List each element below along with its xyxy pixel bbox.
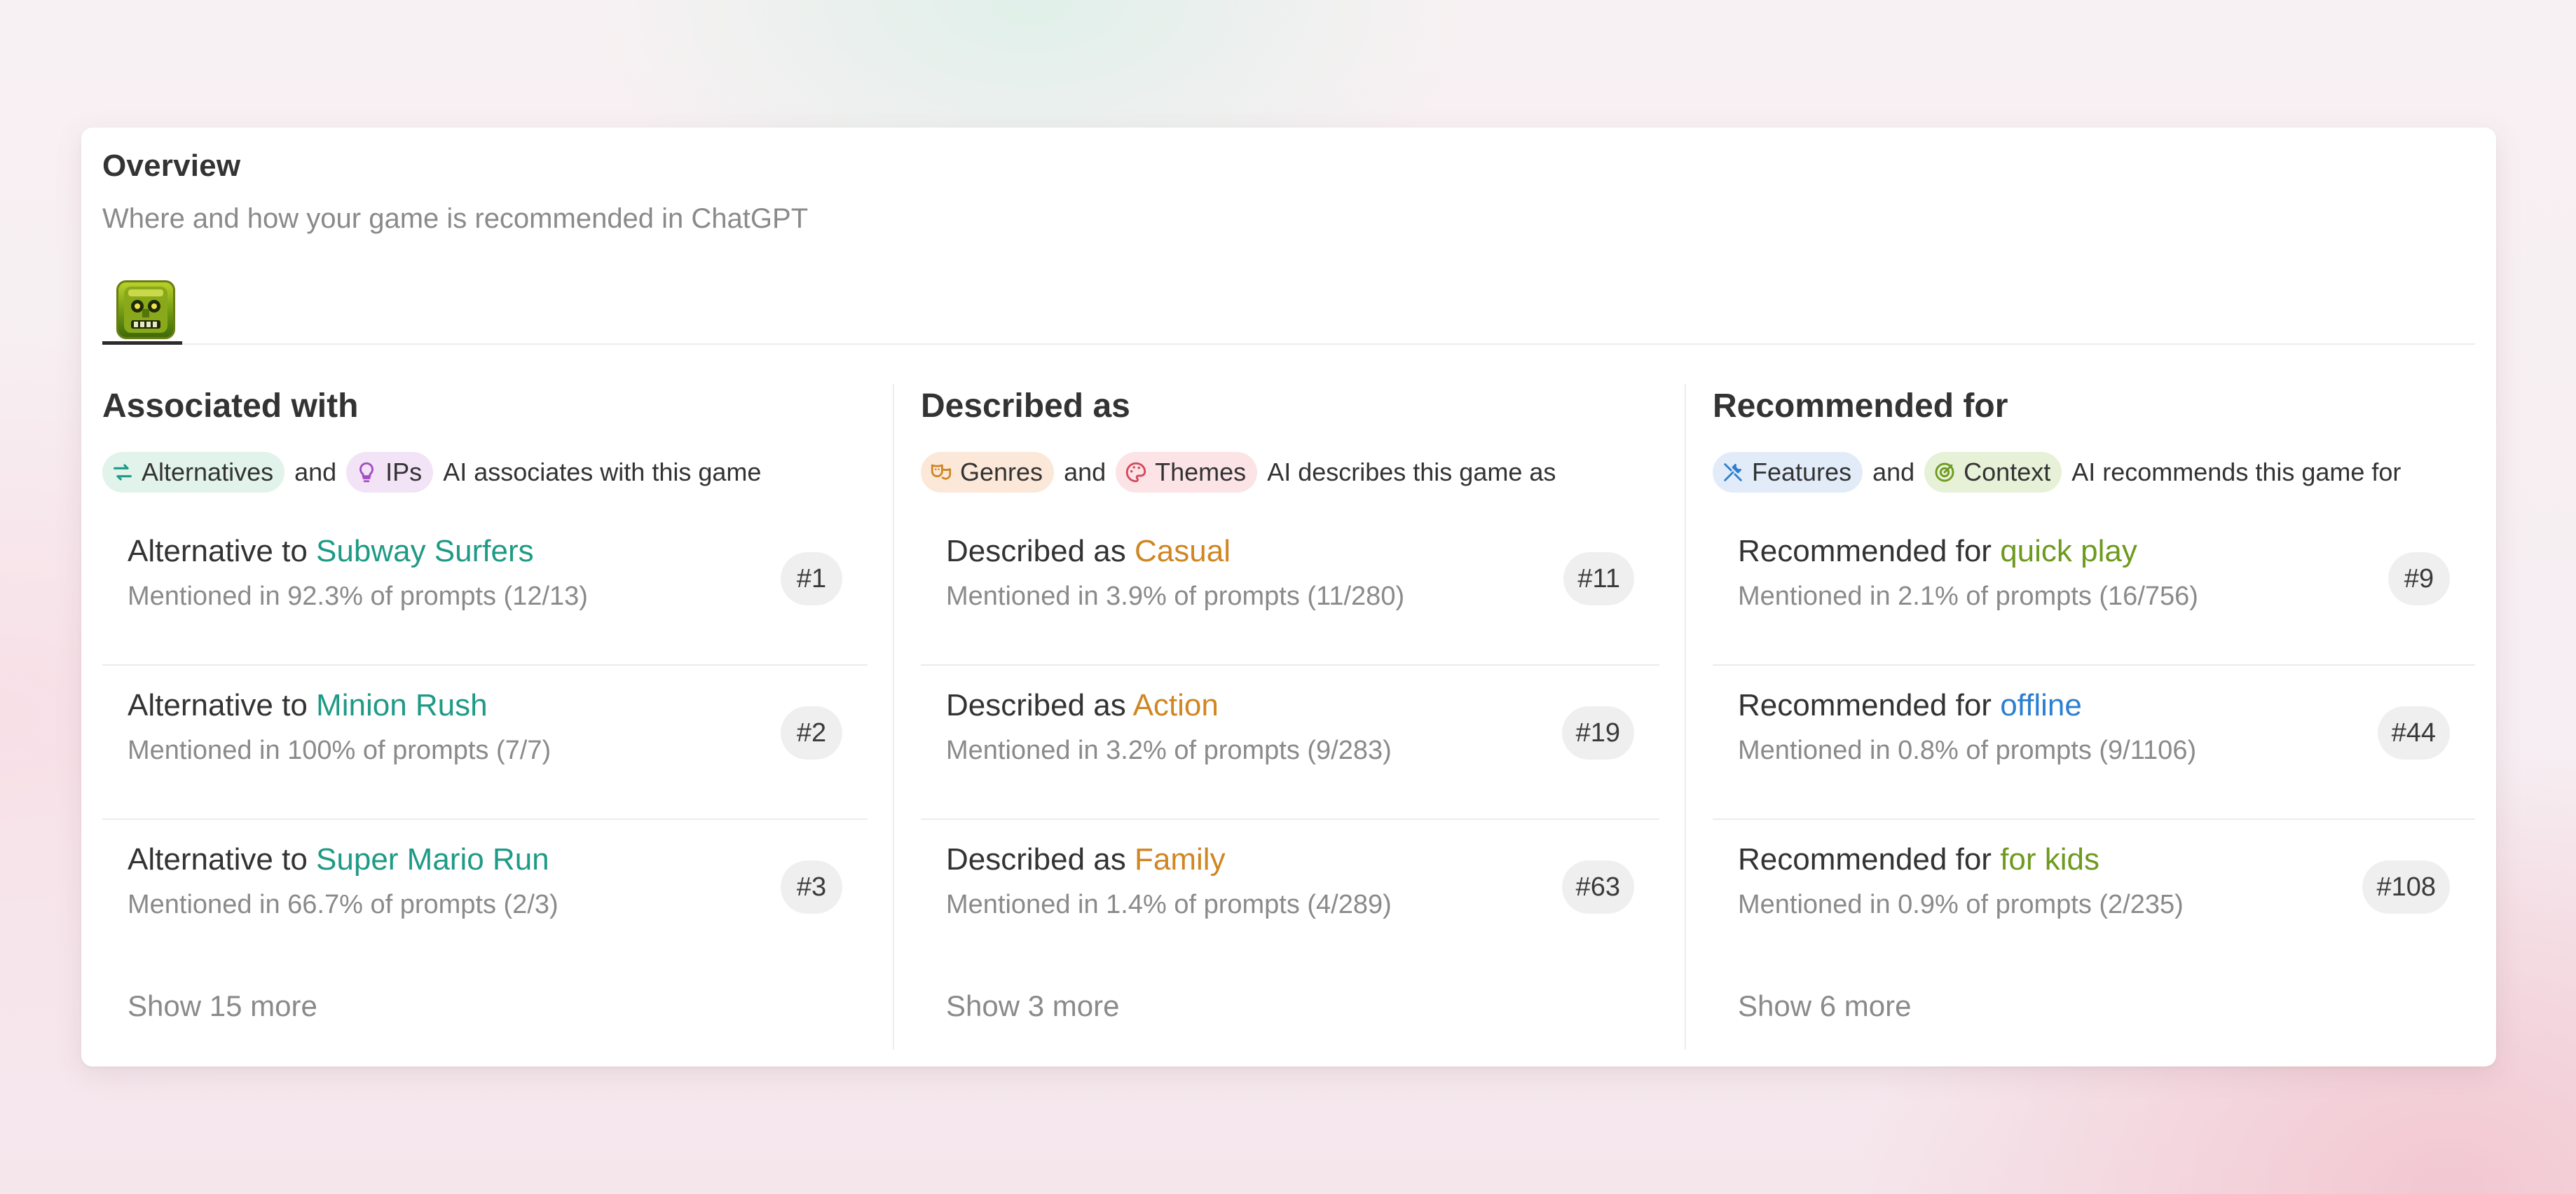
list-item-prefix: Described as [946,534,1126,568]
list-item-mentions: Mentioned in 66.7% of prompts (2/3) [128,890,559,919]
described-suffix: AI describes this game as [1267,458,1556,486]
list-item-mentions: Mentioned in 0.8% of prompts (9/1106) [1738,736,2197,765]
list-item-prefix: Recommended for [1738,534,1992,568]
list-item-prefix: Described as [946,688,1126,722]
described-tagline: Genres and Themes AI describes this game… [921,451,1556,493]
overview-subtitle: Where and how your game is recommended i… [102,203,809,234]
list-item-highlight: Minion Rush [316,688,488,722]
features-tag-label: Features [1752,458,1852,486]
recommended-tagline: Features and Context AI recommends this … [1713,451,2401,493]
game-tab[interactable] [102,275,182,345]
context-tag: Context [1924,452,2062,493]
list-item-highlight: for kids [2000,842,2100,877]
rank-badge: #2 [781,706,842,760]
list-item-title: Recommended for offline [1738,688,2082,723]
list-item-prefix: Alternative to [128,842,308,877]
list-item-mentions: Mentioned in 3.9% of prompts (11/280) [946,582,1405,611]
context-tag-label: Context [1964,458,2051,486]
rank-badge: #19 [1561,706,1634,760]
recommended-title: Recommended for [1713,387,2008,425]
and-text: and [1064,458,1107,486]
list-item-mentions: Mentioned in 0.9% of prompts (2/235) [1738,890,2184,919]
show-more-associated[interactable]: Show 15 more [128,989,317,1023]
list-item-prefix: Alternative to [128,534,308,568]
list-item-prefix: Recommended for [1738,688,1992,722]
list-item[interactable]: Alternative to Subway Surfers Mentioned … [102,512,868,666]
swap-arrows-icon [114,464,132,481]
list-item-highlight: Subway Surfers [316,534,534,568]
and-text: and [1872,458,1915,486]
list-item-title: Described as Casual [946,534,1231,569]
list-item[interactable]: Alternative to Minion Rush Mentioned in … [102,666,868,820]
list-item[interactable]: Alternative to Super Mario Run Mentioned… [102,820,868,974]
list-item-mentions: Mentioned in 92.3% of prompts (12/13) [128,582,588,611]
list-item-highlight: Super Mario Run [316,842,549,877]
palette-icon [1125,462,1146,483]
rank-badge: #108 [2362,860,2450,914]
rank-badge: #3 [781,860,842,914]
list-item-title: Alternative to Subway Surfers [128,534,534,569]
genres-tag: Genres [921,452,1055,493]
game-tab-bar [102,275,2475,345]
rank-badge: #1 [781,552,842,605]
masks-icon [931,464,952,480]
ips-tag-label: IPs [385,458,423,486]
list-item-mentions: Mentioned in 1.4% of prompts (4/289) [946,890,1392,919]
column-divider [893,384,894,1050]
rank-badge: #63 [1561,860,1634,914]
list-item-mentions: Mentioned in 2.1% of prompts (16/756) [1738,582,2198,611]
list-item[interactable]: Recommended for offline Mentioned in 0.8… [1713,666,2475,820]
list-item-title: Recommended for quick play [1738,534,2137,569]
list-item-highlight: Casual [1135,534,1231,568]
list-item-highlight: offline [2000,688,2082,722]
rank-badge: #11 [1563,552,1634,605]
list-item[interactable]: Described as Casual Mentioned in 3.9% of… [921,512,1659,666]
list-item-title: Recommended for for kids [1738,842,2099,877]
recommended-suffix: AI recommends this game for [2071,458,2402,486]
genres-tag-label: Genres [960,458,1043,486]
features-tag: Features [1713,452,1863,493]
show-more-recommended[interactable]: Show 6 more [1738,989,1911,1023]
overview-title: Overview [102,149,241,183]
associated-title: Associated with [102,387,359,425]
list-item[interactable]: Recommended for for kids Mentioned in 0.… [1713,820,2475,974]
themes-tag: Themes [1116,452,1258,493]
alternatives-tag-label: Alternatives [142,458,274,486]
described-title: Described as [921,387,1130,425]
themes-tag-label: Themes [1155,458,1247,486]
list-item[interactable]: Described as Action Mentioned in 3.2% of… [921,666,1659,820]
list-item-highlight: Action [1132,688,1219,722]
list-item-prefix: Alternative to [128,688,308,722]
associated-tagline: Alternatives and IPs AI associates with … [102,451,761,493]
list-item[interactable]: Recommended for quick play Mentioned in … [1713,512,2475,666]
list-item-title: Alternative to Super Mario Run [128,842,549,877]
target-icon [1935,462,1954,482]
show-more-described[interactable]: Show 3 more [946,989,1119,1023]
tools-icon [1724,463,1742,481]
rank-badge: #44 [2377,706,2450,760]
associated-suffix: AI associates with this game [443,458,762,486]
list-item-highlight: Family [1135,842,1226,877]
column-divider [1685,384,1686,1050]
ips-tag: IPs [346,452,434,493]
list-item[interactable]: Described as Family Mentioned in 1.4% of… [921,820,1659,974]
list-item-prefix: Described as [946,842,1126,877]
and-text: and [294,458,337,486]
list-item-title: Described as Action [946,688,1219,723]
rank-badge: #9 [2388,552,2450,605]
list-item-prefix: Recommended for [1738,842,1992,877]
game-temple-icon [116,280,175,339]
list-item-mentions: Mentioned in 3.2% of prompts (9/283) [946,736,1392,765]
list-item-title: Alternative to Minion Rush [128,688,488,723]
alternatives-tag: Alternatives [102,452,285,493]
list-item-mentions: Mentioned in 100% of prompts (7/7) [128,736,551,765]
list-item-highlight: quick play [2000,534,2137,568]
list-item-title: Described as Family [946,842,1226,877]
lightbulb-icon [359,462,374,483]
